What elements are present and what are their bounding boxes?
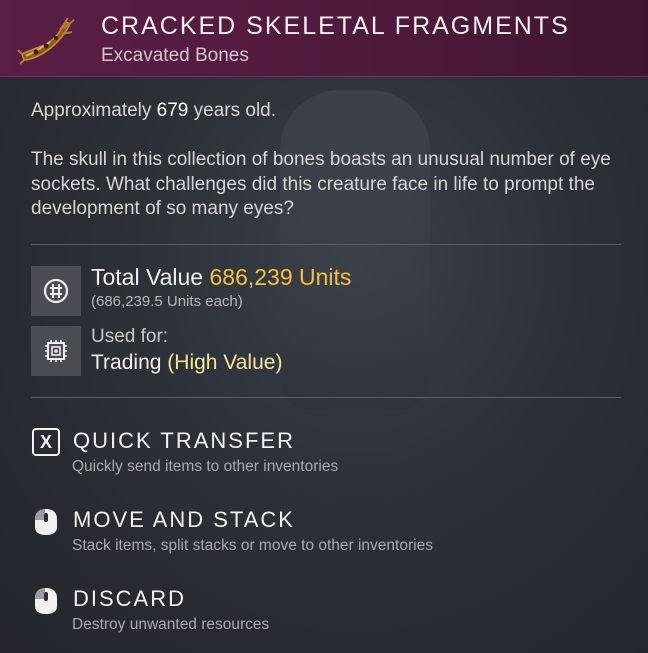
divider: [31, 397, 621, 398]
item-age: Approximately 679 years old.: [31, 100, 276, 122]
mouse-hold-icon: [32, 586, 60, 614]
discard-hint: Destroy unwanted resources: [72, 616, 270, 633]
used-for-highlight: (High Value): [167, 351, 283, 374]
discard-action[interactable]: DISCARD Destroy unwanted resources: [32, 586, 632, 636]
item-tooltip-panel: CRACKED SKELETAL FRAGMENTS Excavated Bon…: [0, 0, 648, 653]
total-value-amount: 686,239 Units: [209, 264, 352, 290]
x-key-icon: X: [32, 428, 60, 456]
age-prefix: Approximately: [31, 100, 152, 121]
move-and-stack-action[interactable]: MOVE AND STACK Stack items, split stacks…: [32, 507, 632, 557]
mouse-left-click-icon: [32, 507, 60, 535]
item-description: The skull in this collection of bones bo…: [31, 149, 611, 219]
item-category: Excavated Bones: [101, 45, 249, 66]
total-value: Total Value 686,239 Units: [91, 264, 351, 291]
quick-transfer-action[interactable]: X QUICK TRANSFER Quickly send items to o…: [32, 428, 632, 478]
total-value-label: Total Value: [91, 264, 204, 290]
background-artwork: [280, 90, 430, 410]
divider: [31, 244, 621, 245]
trade-chip-icon: [31, 326, 81, 376]
quick-transfer-label: QUICK TRANSFER: [73, 428, 295, 453]
move-and-stack-hint: Stack items, split stacks or move to oth…: [72, 537, 433, 554]
item-header: CRACKED SKELETAL FRAGMENTS Excavated Bon…: [0, 0, 648, 77]
discard-label: DISCARD: [73, 586, 187, 611]
used-for-value: Trading (High Value): [91, 351, 282, 375]
move-and-stack-label: MOVE AND STACK: [73, 507, 295, 532]
units-currency-icon: [31, 266, 81, 316]
used-for-purpose: Trading: [91, 351, 162, 374]
age-number: 679: [156, 100, 189, 121]
item-title: CRACKED SKELETAL FRAGMENTS: [101, 12, 570, 40]
quick-transfer-hint: Quickly send items to other inventories: [72, 458, 339, 475]
unit-value-each: (686,239.5 Units each): [91, 293, 243, 310]
used-for-label: Used for:: [91, 326, 169, 347]
bone-fragment-icon: [16, 10, 76, 66]
age-suffix: years old.: [193, 100, 277, 121]
